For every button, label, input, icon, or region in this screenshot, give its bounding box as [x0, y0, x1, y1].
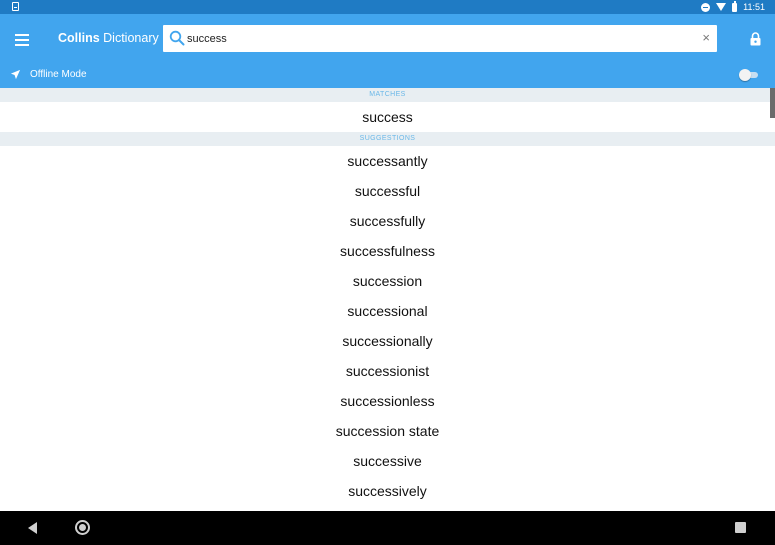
results-list: MATCHES success SUGGESTIONS successantly…	[0, 88, 775, 511]
close-icon[interactable]: ×	[702, 29, 710, 47]
brand-rest: Dictionary	[103, 31, 159, 45]
do-not-disturb-icon	[701, 2, 711, 12]
search-icon	[169, 30, 185, 46]
suggestion-item[interactable]: succession state	[0, 416, 775, 446]
lock-icon[interactable]	[749, 32, 762, 46]
suggestion-item[interactable]: successful	[0, 176, 775, 206]
home-icon[interactable]	[75, 520, 90, 535]
status-bar: 11:51	[0, 0, 775, 14]
suggestion-item[interactable]: successfully	[0, 206, 775, 236]
suggestion-item[interactable]: successionist	[0, 356, 775, 386]
status-icons: 11:51	[701, 0, 765, 14]
app-title: Collins Dictionary	[58, 31, 159, 45]
suggestion-item[interactable]: successional	[0, 296, 775, 326]
suggestion-item[interactable]: successive	[0, 446, 775, 476]
matches-list: success	[0, 102, 775, 132]
suggestion-item[interactable]: succession	[0, 266, 775, 296]
offline-mode-toggle[interactable]	[739, 69, 759, 81]
matches-header: MATCHES	[0, 88, 775, 102]
sim-card-icon	[12, 2, 19, 11]
suggestion-item[interactable]: successionless	[0, 386, 775, 416]
suggestion-item[interactable]: successantly	[0, 146, 775, 176]
hamburger-icon[interactable]	[15, 34, 29, 46]
wifi-icon	[716, 3, 727, 11]
suggestion-item[interactable]: successively	[0, 476, 775, 506]
suggestion-item[interactable]: successionally	[0, 326, 775, 356]
offline-mode-label: Offline Mode	[30, 69, 87, 80]
airplane-icon	[10, 69, 21, 80]
suggestions-header: SUGGESTIONS	[0, 132, 775, 146]
navigation-bar	[0, 511, 775, 545]
search-box: ×	[163, 25, 717, 52]
back-icon[interactable]	[28, 522, 37, 534]
suggestion-item[interactable]: successfulness	[0, 236, 775, 266]
match-item[interactable]: success	[0, 102, 775, 132]
search-input[interactable]	[187, 30, 687, 47]
status-time: 11:51	[743, 2, 765, 12]
suggestions-list: successantly successful successfully succes…	[0, 146, 775, 506]
toggle-thumb	[739, 69, 751, 81]
brand-bold: Collins	[58, 31, 100, 45]
battery-icon	[732, 1, 738, 12]
app-bar: Collins Dictionary × Offline Mode	[0, 14, 775, 88]
recents-icon[interactable]	[735, 522, 746, 533]
scrollbar[interactable]	[770, 88, 775, 118]
